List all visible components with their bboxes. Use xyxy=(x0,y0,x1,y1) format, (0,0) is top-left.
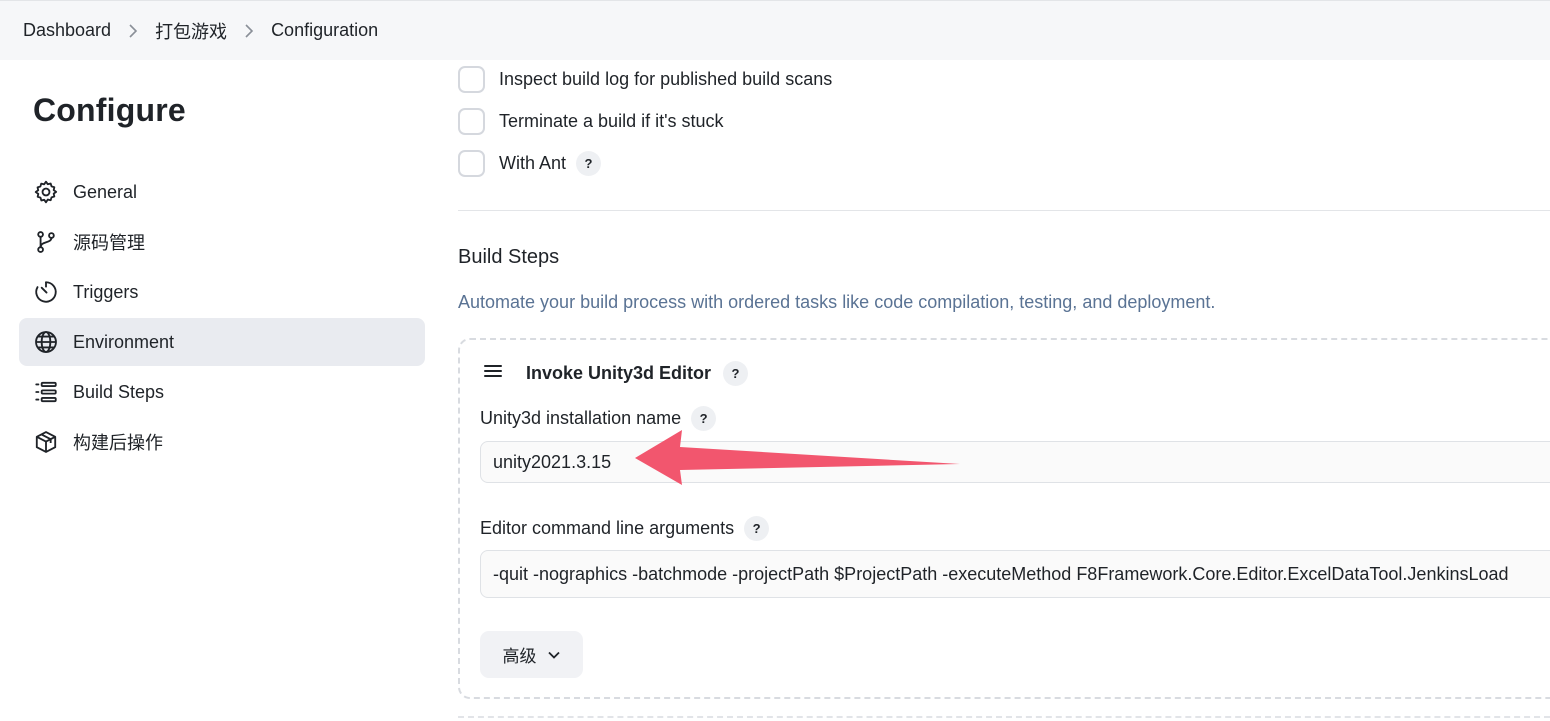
option-label: With Ant xyxy=(499,153,567,173)
breadcrumb: Dashboard 打包游戏 Configuration xyxy=(0,0,1550,60)
side-nav: General 源码管理 Triggers Environment Build … xyxy=(19,168,425,468)
package-icon xyxy=(33,429,59,455)
next-card-edge xyxy=(458,716,1550,718)
build-step-card: Invoke Unity3d Editor ? Unity3d installa… xyxy=(458,338,1550,699)
branch-icon xyxy=(33,229,59,255)
sidebar-item-label: 构建后操作 xyxy=(73,433,163,453)
advanced-button[interactable]: 高级 xyxy=(480,631,583,678)
breadcrumb-dashboard[interactable]: Dashboard xyxy=(23,20,111,41)
section-divider xyxy=(458,210,1550,211)
drag-handle-icon[interactable] xyxy=(482,360,526,387)
sidebar-item-source[interactable]: 源码管理 xyxy=(19,218,425,266)
option-label: Terminate a build if it's stuck xyxy=(499,111,724,131)
build-step-header: Invoke Unity3d Editor ? xyxy=(482,360,749,387)
breadcrumb-job[interactable]: 打包游戏 xyxy=(155,18,227,44)
args-label: Editor command line arguments ? xyxy=(480,516,770,541)
sidebar-item-general[interactable]: General xyxy=(19,168,425,216)
sidebar-item-label: Triggers xyxy=(73,281,139,302)
gear-icon xyxy=(33,179,59,205)
option-label: Inspect build log for published build sc… xyxy=(499,69,833,89)
help-icon[interactable]: ? xyxy=(576,151,602,176)
build-step-title: Invoke Unity3d Editor xyxy=(526,363,712,383)
checkbox[interactable] xyxy=(458,150,485,177)
sidebar-item-label: Build Steps xyxy=(73,381,165,402)
sidebar-item-label: General xyxy=(73,181,138,202)
list-icon xyxy=(33,379,59,405)
page-title: Configure xyxy=(33,92,186,128)
option-terminate-stuck[interactable]: Terminate a build if it's stuck xyxy=(458,108,724,135)
field-label-text: Editor command line arguments xyxy=(480,518,735,538)
breadcrumb-configuration[interactable]: Configuration xyxy=(271,20,378,41)
option-inspect-build-log[interactable]: Inspect build log for published build sc… xyxy=(458,66,832,93)
sidebar-item-post-build[interactable]: 构建后操作 xyxy=(19,418,425,466)
chevron-right-icon xyxy=(111,23,155,38)
help-icon[interactable]: ? xyxy=(723,361,749,386)
sidebar-item-label: Environment xyxy=(73,331,175,352)
chevron-right-icon xyxy=(227,23,271,38)
option-with-ant[interactable]: With Ant ? xyxy=(458,150,602,177)
sidebar-item-build-steps[interactable]: Build Steps xyxy=(19,368,425,416)
globe-icon xyxy=(33,329,59,355)
section-description: Automate your build process with ordered… xyxy=(458,292,1216,312)
sidebar-item-triggers[interactable]: Triggers xyxy=(19,268,425,316)
command-args-input[interactable] xyxy=(480,550,1550,598)
checkbox[interactable] xyxy=(458,66,485,93)
sidebar-item-label: 源码管理 xyxy=(73,233,145,253)
checkbox[interactable] xyxy=(458,108,485,135)
help-icon[interactable]: ? xyxy=(744,516,770,541)
main-content: Inspect build log for published build sc… xyxy=(458,60,1550,721)
chevron-down-icon xyxy=(547,651,560,659)
annotation-arrow-icon xyxy=(635,430,960,485)
section-title: Build Steps xyxy=(458,246,560,268)
advanced-label: 高级 xyxy=(502,647,537,666)
sidebar-item-environment[interactable]: Environment xyxy=(19,318,425,366)
field-label-text: Unity3d installation name xyxy=(480,408,682,428)
timer-icon xyxy=(33,279,59,305)
